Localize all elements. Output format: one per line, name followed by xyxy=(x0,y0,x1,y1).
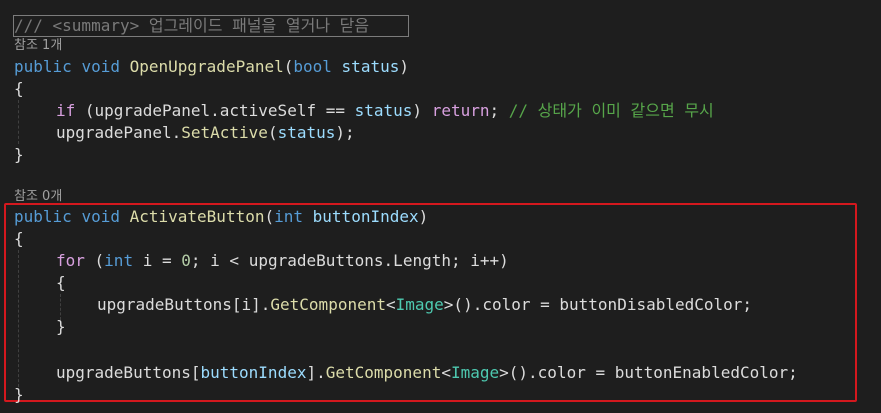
open-brace[interactable]: { xyxy=(14,228,24,250)
keyword-void: void xyxy=(81,207,120,226)
method-signature-open-upgrade-panel[interactable]: public void OpenUpgradePanel(bool status… xyxy=(14,56,409,78)
inline-comment: // 상태가 이미 같으면 무시 xyxy=(508,101,714,120)
keyword-public: public xyxy=(14,207,72,226)
loop-text: ; i < upgradeButtons.Length; i++) xyxy=(190,251,509,270)
generic-open: < xyxy=(441,363,451,382)
loop-text: i = xyxy=(133,251,182,270)
keyword-return: return xyxy=(431,101,490,120)
number-literal: 0 xyxy=(181,251,191,270)
paren-close: ) xyxy=(418,207,429,226)
summary-comment-line[interactable]: /// <summary> 업그레이드 패널을 열거나 닫음 xyxy=(14,15,369,37)
object-text: ]. xyxy=(306,363,326,382)
method-get-component: GetComponent xyxy=(325,363,442,382)
indent-guide xyxy=(18,100,19,144)
open-brace[interactable]: { xyxy=(14,78,24,100)
equality-operator: == xyxy=(325,101,345,120)
type-bool: bool xyxy=(293,57,332,76)
method-name: ActivateButton xyxy=(129,207,265,226)
keyword-void: void xyxy=(81,57,120,76)
object-text: upgradeButtons[ xyxy=(56,363,201,382)
assignment-text: >().color = buttonEnabledColor; xyxy=(499,363,798,382)
for-loop-line[interactable]: for (int i = 0; i < upgradeButtons.Lengt… xyxy=(56,250,509,272)
keyword-for: for xyxy=(56,251,85,270)
paren-close: ) xyxy=(412,101,432,120)
loop-text: ( xyxy=(84,251,105,270)
param-status: status xyxy=(354,101,413,120)
close-brace[interactable]: } xyxy=(14,384,24,406)
keyword-public: public xyxy=(14,57,72,76)
method-signature-activate-button[interactable]: public void ActivateButton(int buttonInd… xyxy=(14,206,428,228)
paren-open: ( xyxy=(264,207,275,226)
condition-text: (upgradePanel.activeSelf xyxy=(75,101,326,120)
type-image: Image xyxy=(395,295,444,314)
generic-open: < xyxy=(385,295,396,314)
type-int: int xyxy=(274,207,304,226)
keyword-if: if xyxy=(56,101,76,120)
close-brace[interactable]: } xyxy=(14,144,24,166)
disabled-color-line[interactable]: upgradeButtons[i].GetComponent<Image>().… xyxy=(97,294,752,316)
paren-open: ( xyxy=(267,123,278,142)
enabled-color-line[interactable]: upgradeButtons[buttonIndex].GetComponent… xyxy=(56,362,798,384)
type-image: Image xyxy=(450,363,500,382)
method-get-component: GetComponent xyxy=(270,295,386,314)
param-status: status xyxy=(277,123,336,142)
param-button-index: buttonIndex xyxy=(200,363,307,382)
method-set-active: SetActive xyxy=(181,123,268,142)
object-text: upgradePanel. xyxy=(56,123,182,142)
object-text: upgradeButtons[i]. xyxy=(97,295,271,314)
type-int: int xyxy=(104,251,134,270)
inner-open-brace[interactable]: { xyxy=(56,272,66,294)
inner-close-brace[interactable]: } xyxy=(56,316,66,338)
semicolon: ; xyxy=(489,101,500,120)
paren-close: ); xyxy=(335,123,355,142)
method-name: OpenUpgradePanel xyxy=(129,57,284,76)
references-codelens-1[interactable]: 참조 1개 xyxy=(14,38,62,53)
if-statement-line[interactable]: if (upgradePanel.activeSelf == status) r… xyxy=(56,100,714,122)
references-codelens-2[interactable]: 참조 0개 xyxy=(14,189,62,204)
paren-open: ( xyxy=(283,57,294,76)
param-button-index: buttonIndex xyxy=(312,207,419,226)
paren-close: ) xyxy=(399,57,409,76)
assignment-text: >().color = buttonDisabledColor; xyxy=(443,295,753,314)
param-status: status xyxy=(341,57,400,76)
set-active-line[interactable]: upgradePanel.SetActive(status); xyxy=(56,122,355,144)
